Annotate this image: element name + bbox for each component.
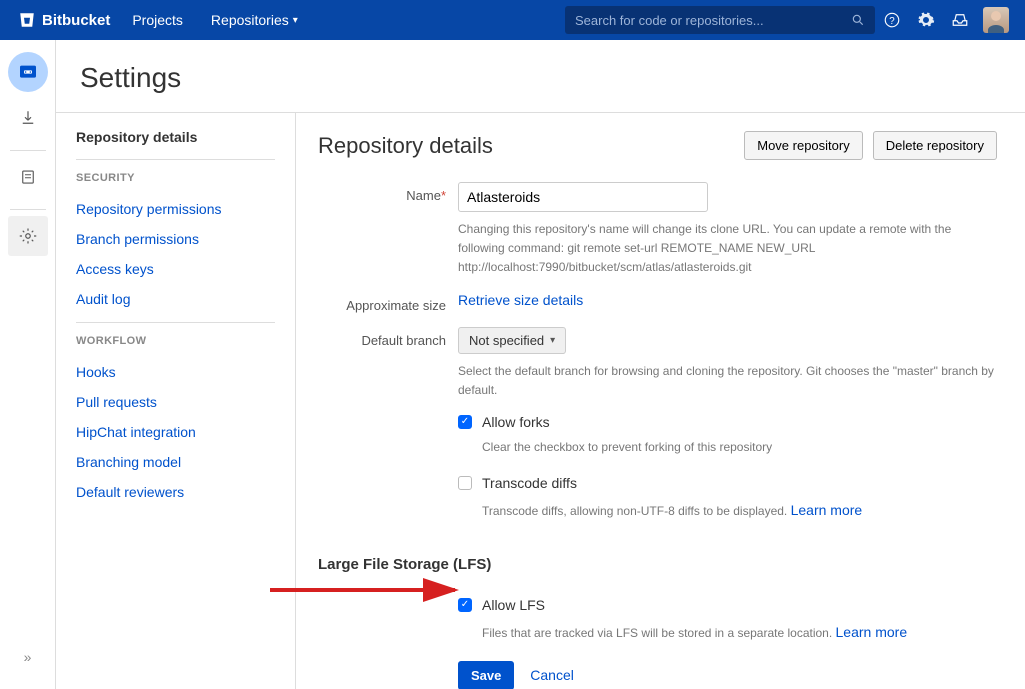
sidebar-item-default-reviewers[interactable]: Default reviewers: [76, 477, 275, 507]
allow-forks-checkbox[interactable]: ✓: [458, 415, 472, 429]
retrieve-size-link[interactable]: Retrieve size details: [458, 292, 583, 308]
settings-icon[interactable]: [8, 216, 48, 256]
panel-title: Repository details: [318, 133, 493, 159]
lfs-section-title: Large File Storage (LFS): [318, 556, 997, 573]
branch-help: Select the default branch for browsing a…: [458, 362, 997, 400]
allow-lfs-checkbox[interactable]: ✓: [458, 598, 472, 612]
sidebar-item-pull-requests[interactable]: Pull requests: [76, 387, 275, 417]
size-label: Approximate size: [318, 292, 458, 313]
search-input[interactable]: [575, 13, 851, 28]
source-icon[interactable]: [8, 157, 48, 197]
move-repository-button[interactable]: Move repository: [744, 131, 862, 160]
transcode-diffs-help: Transcode diffs, allowing non-UTF-8 diff…: [482, 499, 997, 521]
inbox-icon[interactable]: [943, 0, 977, 40]
collapse-icon[interactable]: »: [8, 637, 48, 677]
brand-logo[interactable]: Bitbucket: [10, 11, 118, 29]
repo-icon[interactable]: [8, 52, 48, 92]
nav-repositories[interactable]: Repositories▾: [197, 0, 312, 40]
admin-gear-icon[interactable]: [909, 0, 943, 40]
lfs-learn-more-link[interactable]: Learn more: [836, 624, 908, 640]
allow-lfs-label: Allow LFS: [482, 597, 545, 613]
branch-label: Default branch: [318, 327, 458, 540]
save-button[interactable]: Save: [458, 661, 514, 689]
sidebar-item-hipchat[interactable]: HipChat integration: [76, 417, 275, 447]
user-avatar[interactable]: [983, 7, 1009, 33]
sidebar-item-repository-permissions[interactable]: Repository permissions: [76, 194, 275, 224]
nav-projects[interactable]: Projects: [118, 0, 197, 40]
transcode-learn-more-link[interactable]: Learn more: [791, 502, 863, 518]
brand-text: Bitbucket: [42, 12, 110, 29]
svg-text:?: ?: [889, 16, 895, 27]
chevron-down-icon: ▾: [550, 335, 555, 346]
search-box[interactable]: [565, 6, 875, 34]
chevron-down-icon: ▾: [293, 15, 298, 26]
help-icon[interactable]: ?: [875, 0, 909, 40]
sidebar-item-audit-log[interactable]: Audit log: [76, 284, 275, 314]
sidebar-title: Repository details: [76, 129, 275, 151]
name-input[interactable]: [458, 182, 708, 212]
name-help: Changing this repository's name will cha…: [458, 220, 997, 278]
sidebar-item-branching-model[interactable]: Branching model: [76, 447, 275, 477]
delete-repository-button[interactable]: Delete repository: [873, 131, 997, 160]
name-label: Name*: [318, 182, 458, 278]
search-icon: [851, 13, 865, 27]
default-branch-select[interactable]: Not specified▾: [458, 327, 566, 354]
page-title: Settings: [56, 40, 1025, 112]
sidebar-item-access-keys[interactable]: Access keys: [76, 254, 275, 284]
transcode-diffs-label: Transcode diffs: [482, 475, 577, 491]
sidebar-item-hooks[interactable]: Hooks: [76, 357, 275, 387]
transcode-diffs-checkbox[interactable]: [458, 476, 472, 490]
group-security: SECURITY: [76, 172, 275, 184]
cancel-link[interactable]: Cancel: [530, 667, 574, 683]
bitbucket-icon: [18, 11, 36, 29]
group-workflow: WORKFLOW: [76, 335, 275, 347]
allow-lfs-help: Files that are tracked via LFS will be s…: [482, 621, 997, 643]
clone-icon[interactable]: [8, 98, 48, 138]
allow-forks-help: Clear the checkbox to prevent forking of…: [482, 438, 997, 457]
sidebar-item-branch-permissions[interactable]: Branch permissions: [76, 224, 275, 254]
allow-forks-label: Allow forks: [482, 414, 550, 430]
